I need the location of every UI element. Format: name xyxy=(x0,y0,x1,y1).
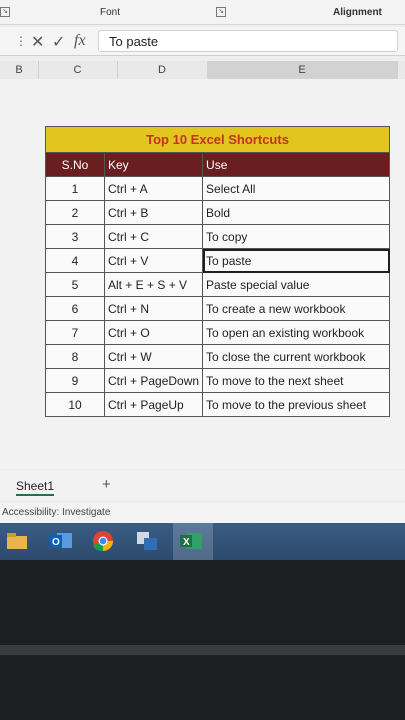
more-options-icon[interactable]: ⋮ xyxy=(15,34,27,48)
table-row: 5 Alt + E + S + V Paste special value xyxy=(45,272,391,297)
cell-use[interactable]: Select All xyxy=(202,176,391,201)
table-row: 8 Ctrl + W To close the current workbook xyxy=(45,344,391,369)
table-row: 7 Ctrl + O To open an existing workbook xyxy=(45,320,391,345)
header-key[interactable]: Key xyxy=(103,152,204,177)
cell-sno[interactable]: 3 xyxy=(45,224,105,249)
header-use[interactable]: Use xyxy=(202,152,391,177)
table-row: 1 Ctrl + A Select All xyxy=(45,176,391,201)
outlook-icon[interactable]: O xyxy=(48,529,74,553)
cell-key[interactable]: Ctrl + N xyxy=(103,296,204,321)
alignment-group-label: Alignment xyxy=(333,7,382,18)
cell-key[interactable]: Ctrl + PageUp xyxy=(103,392,204,417)
svg-text:X: X xyxy=(183,537,190,548)
table-row: 6 Ctrl + N To create a new workbook xyxy=(45,296,391,321)
cell-use[interactable]: To move to the previous sheet xyxy=(202,392,391,417)
status-bar: Accessibility: Investigate xyxy=(0,503,405,523)
laptop-bezel xyxy=(0,645,405,655)
cell-sno[interactable]: 5 xyxy=(45,272,105,297)
table-row: 3 Ctrl + C To copy xyxy=(45,224,391,249)
accessibility-status[interactable]: Accessibility: Investigate xyxy=(2,507,110,518)
formula-bar: ⋮ ✕ ✓ fx To paste xyxy=(0,27,405,56)
table-row: 2 Ctrl + B Bold xyxy=(45,200,391,225)
excel-icon[interactable]: X xyxy=(178,529,204,553)
font-group-label: Font xyxy=(100,7,121,18)
cell-key[interactable]: Ctrl + A xyxy=(103,176,204,201)
shortcuts-table: Top 10 Excel Shortcuts S.No Key Use 1 Ct… xyxy=(44,126,391,417)
insert-function-icon[interactable]: fx xyxy=(74,32,86,50)
svg-text:O: O xyxy=(52,537,60,548)
cell-use[interactable]: Paste special value xyxy=(202,272,391,297)
column-header-c[interactable]: C xyxy=(38,61,118,79)
chrome-icon[interactable] xyxy=(90,529,116,553)
table-row: 10 Ctrl + PageUp To move to the previous… xyxy=(45,392,391,417)
ribbon-group-labels: ↘ Font ↘ Alignment xyxy=(0,0,405,25)
cell-key[interactable]: Ctrl + PageDown xyxy=(103,368,204,393)
screen: ↘ Font ↘ Alignment ⋮ ✕ ✓ fx To paste B C… xyxy=(0,0,405,560)
cell-use[interactable]: To close the current workbook xyxy=(202,344,391,369)
table-row: 9 Ctrl + PageDown To move to the next sh… xyxy=(45,368,391,393)
cell-use[interactable]: To move to the next sheet xyxy=(202,368,391,393)
dialog-launcher-icon[interactable]: ↘ xyxy=(0,7,10,17)
cell-sno[interactable]: 4 xyxy=(45,248,105,273)
cell-sno[interactable]: 6 xyxy=(45,296,105,321)
enter-check-icon[interactable]: ✓ xyxy=(52,32,65,52)
cell-sno[interactable]: 8 xyxy=(45,344,105,369)
column-header-e[interactable]: E xyxy=(207,61,398,81)
cell-key[interactable]: Ctrl + C xyxy=(103,224,204,249)
table-title[interactable]: Top 10 Excel Shortcuts xyxy=(44,126,391,153)
cell-sno[interactable]: 1 xyxy=(45,176,105,201)
cell-key[interactable]: Ctrl + B xyxy=(103,200,204,225)
cell-sno[interactable]: 10 xyxy=(45,392,105,417)
cell-sno[interactable]: 9 xyxy=(45,368,105,393)
cell-key[interactable]: Alt + E + S + V xyxy=(103,272,204,297)
sheet-tabs-bar: Sheet1 + xyxy=(0,470,405,500)
column-header-d[interactable]: D xyxy=(117,61,208,79)
column-headers: B C D E xyxy=(0,61,405,81)
cell-use[interactable]: To create a new workbook xyxy=(202,296,391,321)
cell-use[interactable]: To copy xyxy=(202,224,391,249)
cell-use[interactable]: Bold xyxy=(202,200,391,225)
cell-sno[interactable]: 2 xyxy=(45,200,105,225)
cell-sno[interactable]: 7 xyxy=(45,320,105,345)
cell-key[interactable]: Ctrl + O xyxy=(103,320,204,345)
column-header-b[interactable]: B xyxy=(0,61,39,79)
taskbar: O X xyxy=(0,523,405,560)
table-row: 4 Ctrl + V To paste xyxy=(45,248,391,273)
app-icon[interactable] xyxy=(134,529,160,553)
file-explorer-icon[interactable] xyxy=(4,529,30,553)
header-sno[interactable]: S.No xyxy=(45,152,105,177)
cell-key[interactable]: Ctrl + W xyxy=(103,344,204,369)
cell-key[interactable]: Ctrl + V xyxy=(103,248,204,273)
font-dialog-launcher-icon[interactable]: ↘ xyxy=(216,7,226,17)
cell-use[interactable]: To open an existing workbook xyxy=(202,320,391,345)
formula-input[interactable]: To paste xyxy=(98,30,398,52)
add-sheet-button[interactable]: + xyxy=(102,476,111,493)
cancel-icon[interactable]: ✕ xyxy=(31,32,44,52)
selected-cell[interactable]: To paste xyxy=(202,248,391,273)
tab-sheet1[interactable]: Sheet1 xyxy=(16,479,55,496)
